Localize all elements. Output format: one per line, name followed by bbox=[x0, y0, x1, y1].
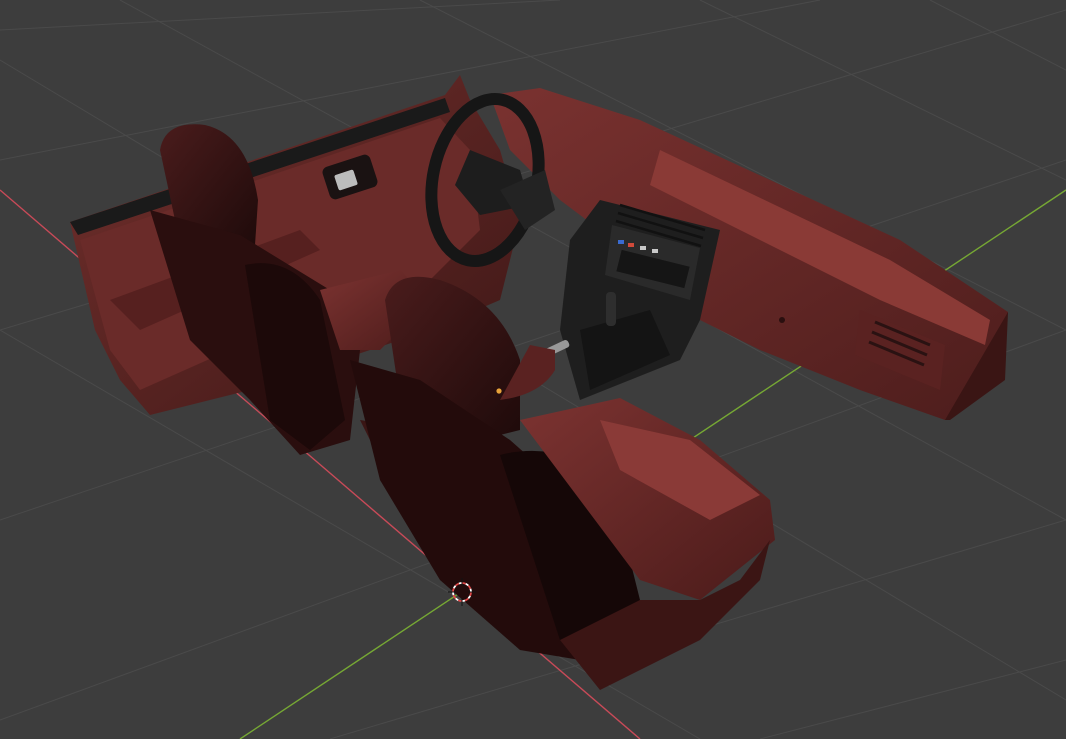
object-origin-icon[interactable] bbox=[496, 388, 502, 394]
center-console bbox=[540, 200, 720, 400]
car-interior-model[interactable] bbox=[70, 75, 1008, 690]
3d-viewport[interactable] bbox=[0, 0, 1066, 739]
dashboard bbox=[490, 88, 1008, 420]
viewport-canvas[interactable] bbox=[0, 0, 1066, 739]
gear-shifter bbox=[606, 292, 616, 326]
